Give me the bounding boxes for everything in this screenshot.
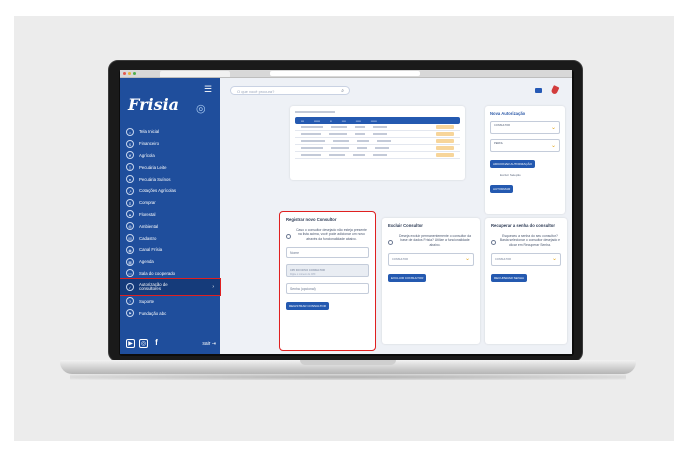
milk-icon: ▯	[126, 163, 134, 172]
sidebar-item-cotacoes[interactable]: ↗ Cotações Agrícolas	[120, 185, 220, 197]
calendar-icon: ▦	[126, 257, 134, 266]
laptop-shadow	[70, 374, 626, 380]
sidebar-item-agenda[interactable]: ▦ Agenda	[120, 256, 220, 268]
info-icon	[388, 240, 393, 245]
logout-button[interactable]: sair ⇥	[202, 341, 216, 347]
table-card-title	[295, 111, 335, 113]
chat-icon[interactable]	[535, 87, 542, 93]
sidebar-item-florestal[interactable]: ▲ Florestal	[120, 209, 220, 221]
exclude-consultant-card: Excluir Consultor Deseja excluir permane…	[382, 218, 480, 344]
screen: ☰ Frisia ◎ ⌂ Tela Inicial $ Financeiro ❦ Ag…	[120, 70, 572, 354]
user-check-icon: ✓	[126, 283, 134, 292]
chevron-down-icon: ⌄	[464, 256, 470, 263]
table-row[interactable]	[295, 138, 460, 145]
table-header: ▪▪▪ ▪▪▪▪▪▪ ▪▪ ▪▪▪▪ ▪▪▪▪▪ ▪▪▪▪▪▪	[295, 117, 460, 124]
sidebar-item-tela-inicial[interactable]: ⌂ Tela Inicial	[120, 126, 220, 138]
info-icon	[491, 240, 496, 245]
register-info: Caso o consultor desejado não esteja pre…	[286, 228, 369, 241]
tree-icon: ▲	[126, 210, 134, 219]
window-controls[interactable]	[123, 72, 136, 75]
table-row[interactable]	[295, 145, 460, 152]
leaf-icon: ❦	[126, 151, 134, 160]
pig-icon: ●	[126, 175, 134, 184]
chevron-down-icon: ⌄	[550, 143, 556, 149]
profile-select[interactable]: PERFIL ⌄	[490, 139, 560, 152]
browser-tab[interactable]	[160, 71, 230, 77]
add-authorization-button[interactable]: ADICIONAR AUTORIZAÇÃO	[490, 160, 535, 168]
authorizations-table-card: ▪▪▪ ▪▪▪▪▪▪ ▪▪ ▪▪▪▪ ▪▪▪▪▪ ▪▪▪▪▪▪	[290, 106, 465, 180]
register-consultant-card: Registrar novo Consultor Caso o consulto…	[279, 211, 376, 351]
recover-password-title: Recuperar a senha do consultor	[491, 223, 555, 228]
exclude-info: Deseja excluir permanentemente o consult…	[388, 234, 474, 247]
sidebar-item-financeiro[interactable]: $ Financeiro	[120, 138, 220, 150]
sidebar-item-agricola[interactable]: ❦ Agrícola	[120, 150, 220, 162]
exclude-consultant-select[interactable]: CONSULTOR ⌄	[388, 253, 474, 267]
consultant-select[interactable]: CONSULTOR ⌄	[490, 121, 560, 134]
clear-selection-link[interactable]: Excluir Seleção	[490, 173, 560, 177]
sidebar-item-cadastro[interactable]: ▤ Cadastro	[120, 232, 220, 244]
register-consultant-title: Registrar novo Consultor	[286, 217, 337, 222]
recover-info: Esqueceu a senha do seu consultor? Basta…	[491, 234, 561, 247]
authorize-button[interactable]: AUTORIZAR	[490, 185, 514, 193]
recover-password-button[interactable]: RECUPERAR SENHA	[491, 274, 528, 283]
sidebar-item-pecuaria-suinos[interactable]: ● Pecuária Suínos	[120, 173, 220, 185]
recover-password-card: Recuperar a senha do consultor Esqueceu …	[485, 218, 567, 344]
dollar-icon: $	[126, 139, 134, 148]
sidebar-item-suporte[interactable]: ? Suporte	[120, 295, 220, 307]
sidebar: ☰ Frisia ◎ ⌂ Tela Inicial $ Financeiro ❦ Ag…	[120, 78, 221, 354]
globe-icon: ◍	[126, 222, 134, 231]
cpf-input[interactable]: CPF DO NOVO CONSULTOR Digite o número do…	[286, 264, 369, 278]
user-pin-icon[interactable]	[550, 85, 560, 95]
sidebar-item-canal-frisia[interactable]: ◉ Canal Frísia	[120, 244, 220, 256]
sidebar-item-sala-cooperado[interactable]: ▭ Sala do cooperado	[120, 268, 220, 280]
sidebar-item-comprar[interactable]: ⊻ Comprar	[120, 197, 220, 209]
chevron-down-icon: ⌄	[550, 125, 556, 131]
broadcast-icon: ◉	[126, 245, 134, 254]
address-bar[interactable]	[270, 71, 420, 76]
youtube-icon[interactable]: ▶	[126, 339, 135, 348]
recover-consultant-select[interactable]: CONSULTOR ⌄	[491, 253, 561, 267]
exclude-consultant-button[interactable]: EXCLUIR CONSULTOR	[388, 274, 427, 283]
search-icon[interactable]: ⌕	[341, 88, 344, 94]
cart-icon: ⊻	[126, 198, 134, 207]
flag-icon: ⚑	[126, 309, 134, 318]
new-authorization-card: Nova Autorização CONSULTOR ⌄ PERFIL ⌄ AD…	[485, 106, 565, 214]
sidebar-item-fundacao-abc[interactable]: ⚑ Fundação abc	[120, 307, 220, 319]
menu-toggle-icon[interactable]: ☰	[204, 84, 212, 95]
door-icon: ▭	[126, 269, 134, 278]
id-card-icon: ▤	[126, 234, 134, 243]
laptop-notch	[300, 360, 396, 365]
table-row[interactable]	[295, 124, 460, 131]
exclude-consultant-title: Excluir Consultor	[388, 223, 423, 228]
home-icon: ⌂	[126, 127, 134, 136]
brand-logo: Frisia	[128, 95, 180, 114]
new-authorization-title: Nova Autorização	[490, 111, 526, 116]
password-input[interactable]: Senha (opcional)	[286, 283, 369, 295]
sidebar-footer: ▶ ◎ f sair ⇥	[126, 339, 216, 348]
table-row[interactable]	[295, 131, 460, 138]
facebook-icon[interactable]: f	[152, 339, 161, 348]
sidebar-item-autorizacao-consultores[interactable]: ✓ Autorização de consultores ›	[120, 278, 221, 297]
sidebar-item-ambiental[interactable]: ◍ Ambiental	[120, 220, 220, 232]
cooperative-emblem-icon: ◎	[196, 103, 206, 115]
name-input[interactable]: Nome	[286, 247, 369, 259]
sidebar-nav: ⌂ Tela Inicial $ Financeiro ❦ Agrícola ▯ Pec…	[120, 126, 221, 319]
chevron-down-icon: ⌄	[551, 256, 557, 263]
top-actions	[535, 85, 560, 95]
sidebar-item-pecuaria-leite[interactable]: ▯ Pecuária Leite	[120, 161, 220, 173]
browser-toolbar	[120, 70, 572, 78]
search-input[interactable]: O que você procura? ⌕	[230, 86, 350, 95]
chevron-right-icon: ›	[212, 284, 214, 291]
table-row[interactable]	[295, 152, 460, 159]
register-consultant-button[interactable]: REGISTRAR CONSULTOR	[286, 302, 329, 311]
support-icon: ?	[126, 297, 134, 306]
info-icon	[286, 234, 291, 239]
instagram-icon[interactable]: ◎	[139, 339, 148, 348]
chart-icon: ↗	[126, 186, 134, 195]
